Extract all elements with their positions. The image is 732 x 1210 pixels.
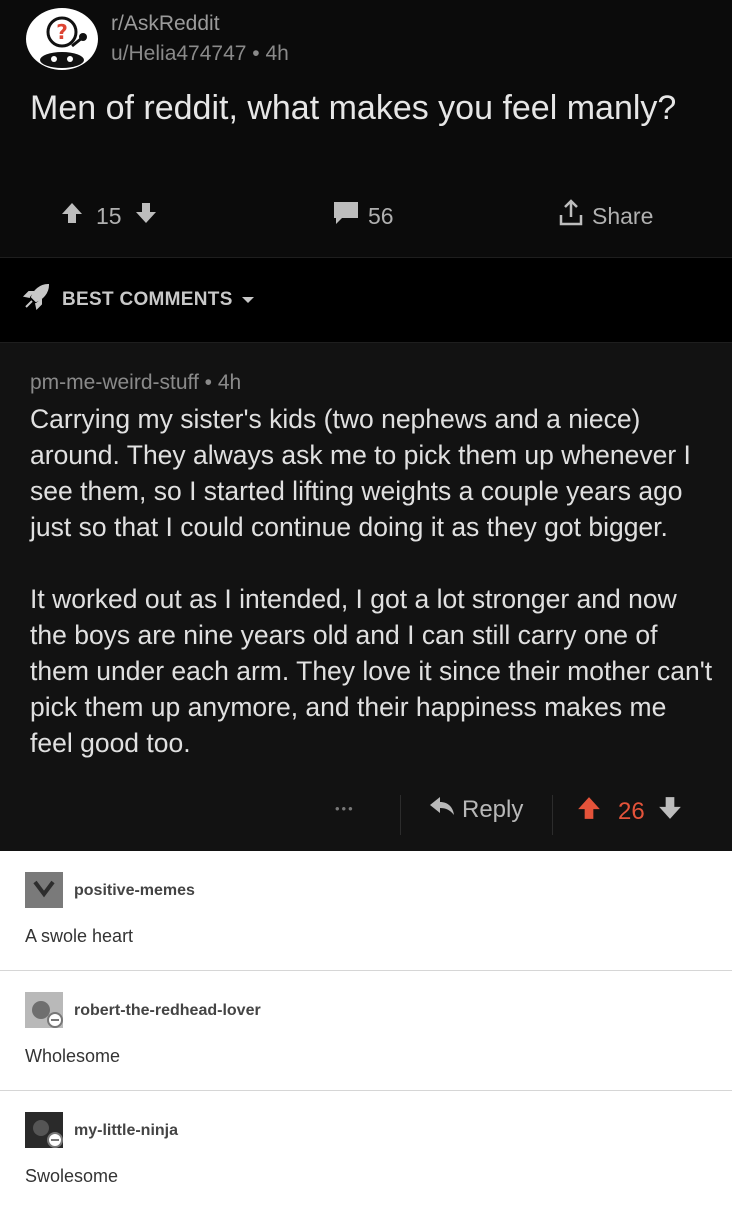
svg-text:?: ? <box>56 20 68 44</box>
meta-dot: • <box>204 371 218 394</box>
post-author[interactable]: u/Helia474747 <box>111 42 246 65</box>
reblog-notes: positive-memes A swole heart robert-the-… <box>0 851 732 1210</box>
note-username[interactable]: robert-the-redhead-lover <box>74 1002 261 1020</box>
avatar[interactable] <box>25 1112 63 1148</box>
note-text: Wholesome <box>25 1046 121 1066</box>
chevron-down-icon <box>241 289 255 311</box>
comment-paragraph: Carrying my sister's kids (two nephews a… <box>30 404 691 542</box>
share-icon <box>556 198 586 234</box>
reply-label: Reply <box>462 795 524 823</box>
comment-author[interactable]: pm-me-weird-stuff <box>30 371 199 394</box>
comment-icon <box>332 200 360 232</box>
comment-meta: pm-me-weird-stuff • 4h <box>30 371 241 395</box>
comment-count: 56 <box>368 202 394 229</box>
comment-paragraph: It worked out as I intended, I got a lot… <box>30 584 713 758</box>
vote-group: 15 <box>60 198 158 234</box>
post-title[interactable]: Men of reddit, what makes you feel manly… <box>30 86 690 130</box>
note-username[interactable]: my-little-ninja <box>74 1122 178 1140</box>
note-username[interactable]: positive-memes <box>74 882 195 900</box>
comment-age: 4h <box>217 371 242 394</box>
upvote-icon[interactable] <box>576 795 602 828</box>
note-text: Swolesome <box>25 1166 119 1186</box>
downvote-icon[interactable] <box>134 201 158 231</box>
reply-button[interactable]: Reply <box>428 795 523 824</box>
upvote-icon[interactable] <box>60 201 84 231</box>
share-button[interactable]: Share <box>556 198 653 234</box>
comment-body: Carrying my sister's kids (two nephews a… <box>30 401 715 797</box>
note-text: A swole heart <box>25 926 134 946</box>
more-options-button[interactable]: ••• <box>335 801 355 816</box>
post-meta: u/Helia474747 • 4h <box>111 42 289 66</box>
comment-score: 26 <box>618 797 645 825</box>
subreddit-name[interactable]: r/AskReddit <box>111 12 220 36</box>
note-item: robert-the-redhead-lover Wholesome <box>0 971 732 1091</box>
note-item: my-little-ninja Swolesome <box>0 1091 732 1210</box>
post-score: 15 <box>96 202 122 229</box>
post-header: ? r/AskReddit u/Helia474747 • 4h Men of … <box>0 0 732 257</box>
post-actions: 15 56 Share <box>0 198 732 234</box>
post-age: 4h <box>265 42 289 65</box>
reply-icon <box>428 795 456 824</box>
note-item: positive-memes A swole heart <box>0 851 732 971</box>
sort-label: BEST COMMENTS <box>62 289 233 310</box>
comment-actions: ••• Reply 26 <box>0 789 732 835</box>
avatar[interactable] <box>25 872 63 908</box>
share-label: Share <box>592 202 654 229</box>
comments-button[interactable]: 56 <box>332 198 394 234</box>
comment-vote-group: 26 <box>576 795 683 828</box>
sort-bar[interactable]: BEST COMMENTS <box>0 257 732 343</box>
divider <box>552 795 553 835</box>
avatar[interactable] <box>25 992 63 1028</box>
meta-dot: • <box>252 42 266 65</box>
rocket-icon <box>22 283 50 317</box>
downvote-icon[interactable] <box>657 795 683 828</box>
comment: pm-me-weird-stuff • 4h Carrying my siste… <box>0 343 732 851</box>
divider <box>400 795 401 835</box>
subreddit-avatar[interactable]: ? <box>26 8 98 70</box>
